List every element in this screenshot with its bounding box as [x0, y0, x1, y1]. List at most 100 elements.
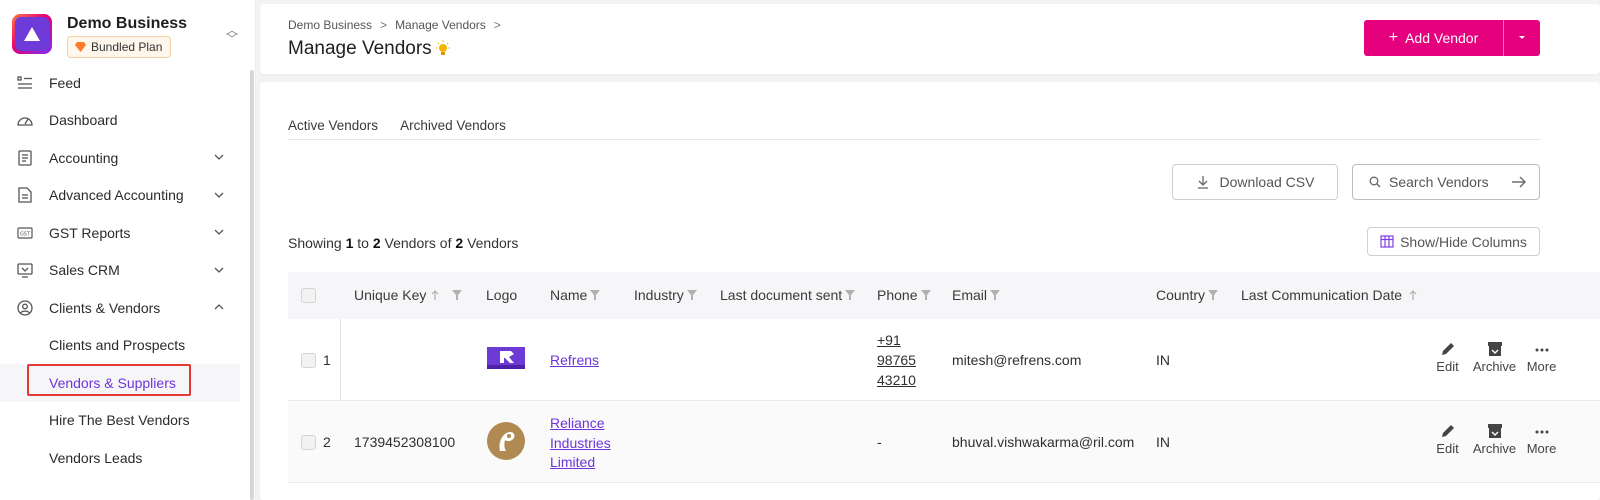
search-vendors-button[interactable]: Search Vendors [1352, 164, 1540, 200]
sidebar-subitem-vendors-suppliers[interactable]: Vendors & Suppliers [0, 364, 240, 402]
business-name: Demo Business [67, 15, 188, 32]
column-name[interactable]: Name [550, 287, 601, 303]
filter-icon[interactable] [1208, 289, 1219, 301]
column-last-communication-date[interactable]: Last Communication Date [1241, 287, 1418, 303]
filter-icon[interactable] [990, 289, 1001, 301]
breadcrumb-item[interactable]: Demo Business [288, 18, 372, 32]
page-title-text: Manage Vendors [288, 38, 432, 59]
edit-label: Edit [1436, 441, 1459, 456]
archive-button[interactable]: Archive [1471, 423, 1518, 456]
plus-icon: + [1388, 29, 1399, 46]
column-label: Email [952, 287, 988, 303]
sidebar-nav: Feed Dashboard Accounting Advanced Accou… [0, 64, 250, 477]
add-vendor-dropdown-button[interactable] [1504, 20, 1540, 56]
show-hide-columns-button[interactable]: Show/Hide Columns [1367, 227, 1540, 256]
phone-link[interactable]: +91 98765 43210 [877, 330, 916, 390]
showing-total: 2 [455, 235, 464, 251]
sidebar-subitem-clients-prospects[interactable]: Clients and Prospects [0, 327, 250, 365]
search-vendors-label: Search Vendors [1389, 174, 1489, 190]
download-csv-button[interactable]: Download CSV [1172, 164, 1338, 200]
business-switcher[interactable]: Demo Business Bundled Plan ︿ ﹀ [12, 14, 242, 58]
sort-icon[interactable] [1408, 289, 1418, 301]
showing-suffix: Vendors [467, 235, 519, 251]
plan-badge[interactable]: Bundled Plan [67, 36, 172, 58]
column-label: Last document sent [720, 287, 843, 303]
column-last-document-sent[interactable]: Last document sent [720, 287, 856, 303]
archive-icon [1487, 342, 1502, 356]
tab-archived-vendors[interactable]: Archived Vendors [400, 118, 506, 139]
sidebar-item-clients-vendors[interactable]: Clients & Vendors [0, 289, 250, 327]
sidebar-item-dashboard[interactable]: Dashboard [0, 102, 250, 140]
filter-icon[interactable] [686, 289, 697, 301]
sidebar-item-gst-reports[interactable]: GST GST Reports [0, 214, 250, 252]
vendor-tabs: Active Vendors Archived Vendors [288, 118, 1541, 140]
row-checkbox[interactable] [301, 435, 316, 450]
select-all-checkbox[interactable] [301, 288, 316, 303]
filter-icon[interactable] [452, 289, 463, 301]
download-csv-label: Download CSV [1219, 174, 1315, 190]
tab-active-vendors[interactable]: Active Vendors [288, 118, 378, 139]
vendor-name-link[interactable]: Reliance Industries Limited [550, 414, 611, 473]
column-label: Last Communication Date [1241, 287, 1403, 303]
row-checkbox[interactable] [301, 353, 316, 368]
sidebar-item-label: Feed [49, 74, 81, 91]
sidebar-item-accounting[interactable]: Accounting [0, 139, 250, 177]
sidebar-item-advanced-accounting[interactable]: Advanced Accounting [0, 177, 250, 215]
sidebar-item-sales-crm[interactable]: Sales CRM [0, 252, 250, 290]
filter-icon[interactable] [921, 289, 932, 301]
expand-collapse-icon[interactable]: ︿ ﹀ [226, 24, 238, 45]
business-logo [12, 14, 52, 54]
pencil-icon [1441, 425, 1454, 437]
dashboard-icon [16, 111, 34, 129]
showing-from: 1 [345, 235, 354, 251]
more-label: More [1526, 441, 1557, 456]
sort-icon[interactable] [431, 289, 447, 301]
archive-icon [1487, 424, 1502, 438]
table-header: Unique Key Logo Name Industry Last docum… [288, 272, 1600, 319]
feed-icon [16, 74, 34, 92]
edit-button[interactable]: Edit [1424, 423, 1471, 456]
main-content: Active Vendors Archived Vendors Download… [260, 82, 1600, 500]
sidebar-item-label: Dashboard [49, 112, 118, 129]
vendor-name-link[interactable]: Refrens [550, 352, 599, 368]
chevron-down-icon [214, 154, 224, 160]
diamond-icon [75, 42, 86, 52]
column-label: Phone [877, 287, 918, 303]
sidebar-subitem-hire-best-vendors[interactable]: Hire The Best Vendors [0, 402, 250, 440]
breadcrumb-separator-icon: > [380, 18, 388, 32]
vendor-name-line: Industries [550, 434, 611, 451]
arrow-right-icon [1512, 176, 1526, 188]
document-icon [16, 186, 34, 204]
chevron-down-icon [214, 267, 224, 273]
breadcrumb-item[interactable]: Manage Vendors [395, 18, 486, 32]
chevron-up-icon [214, 304, 224, 310]
filter-icon[interactable] [590, 289, 601, 301]
table-row[interactable]: 2 1739452308100 Reliance Industries Limi… [288, 401, 1600, 483]
sidebar-subitem-vendors-leads[interactable]: Vendors Leads [0, 439, 250, 477]
more-button[interactable]: More [1518, 423, 1565, 456]
archive-button[interactable]: Archive [1471, 341, 1518, 374]
svg-text:GST: GST [20, 231, 31, 237]
add-vendor-button[interactable]: + Add Vendor [1364, 20, 1504, 56]
email-cell: bhuval.vishwakarma@ril.com [952, 434, 1135, 450]
pencil-icon [1441, 343, 1454, 355]
column-country[interactable]: Country [1156, 287, 1219, 303]
more-dots-icon [1535, 430, 1548, 434]
more-button[interactable]: More [1518, 341, 1565, 374]
user-circle-icon [16, 299, 34, 317]
lightbulb-icon[interactable] [434, 40, 452, 58]
column-logo: Logo [486, 287, 517, 303]
column-email[interactable]: Email [952, 287, 1001, 303]
edit-button[interactable]: Edit [1424, 341, 1471, 374]
column-unique-key[interactable]: Unique Key [354, 287, 463, 303]
sidebar-item-feed[interactable]: Feed [0, 64, 250, 102]
email-cell: mitesh@refrens.com [952, 352, 1082, 368]
sidebar-item-label: Advanced Accounting [49, 187, 184, 204]
filter-icon[interactable] [845, 289, 856, 301]
sidebar-scrollbar[interactable] [250, 70, 254, 500]
phone-cell: - [877, 434, 882, 450]
table-row[interactable]: 1 Refrens +91 98765 43210 mitesh@refrens… [288, 319, 1600, 401]
column-industry[interactable]: Industry [634, 287, 697, 303]
add-vendor-label: Add Vendor [1405, 30, 1479, 46]
column-phone[interactable]: Phone [877, 287, 932, 303]
